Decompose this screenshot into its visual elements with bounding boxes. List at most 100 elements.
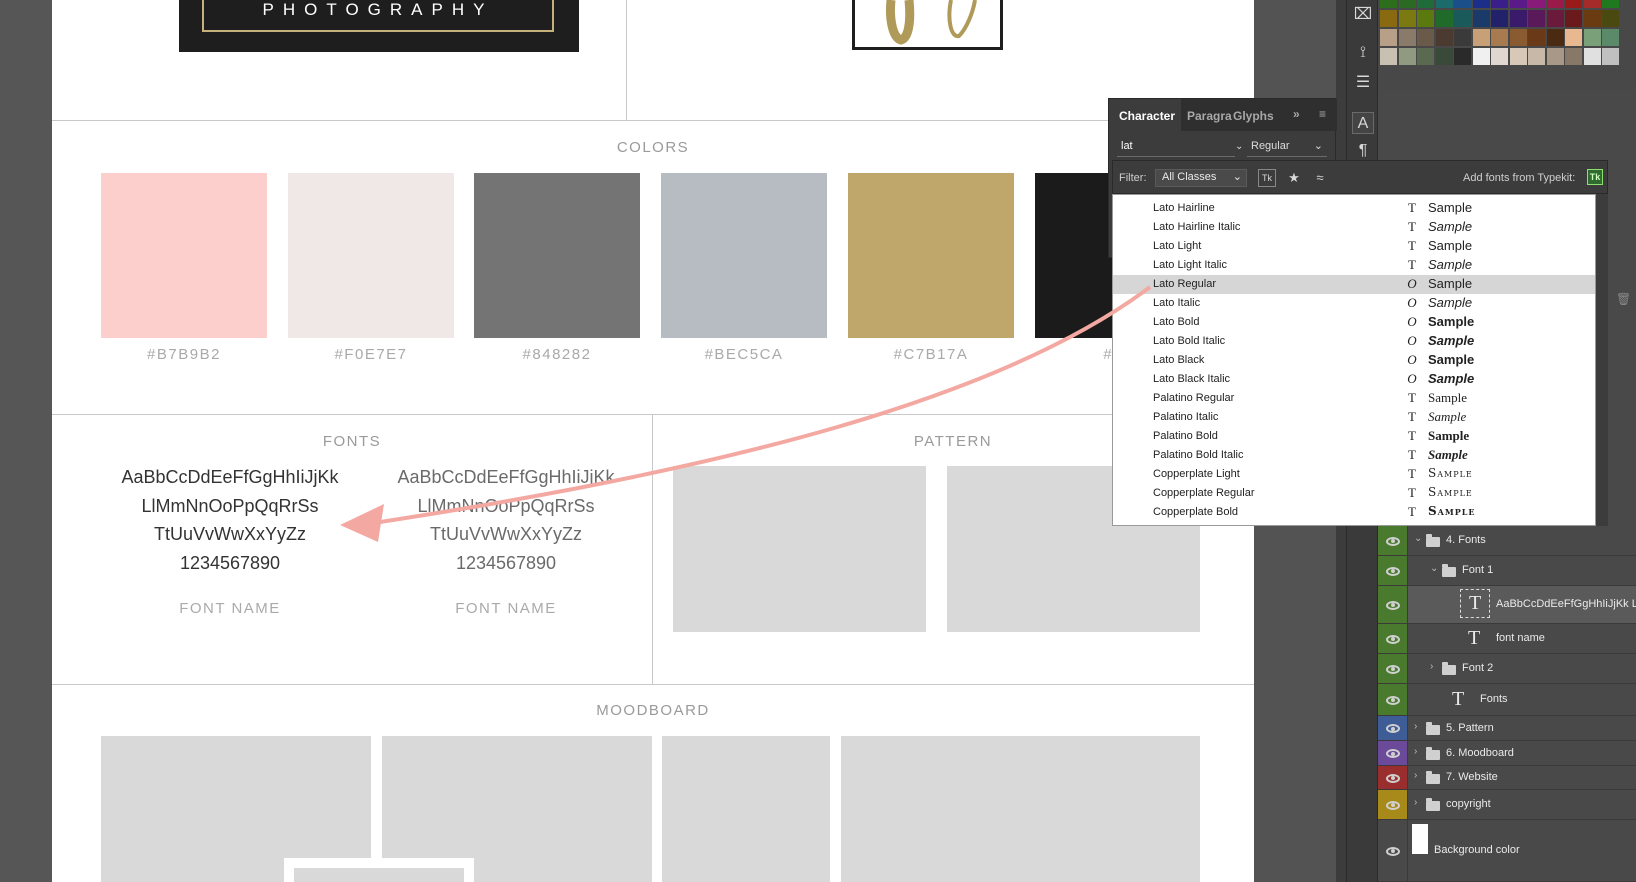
- palette-swatch[interactable]: [1454, 48, 1471, 65]
- palette-swatch[interactable]: [1565, 48, 1582, 65]
- chevron-right-icon[interactable]: ›: [1414, 797, 1417, 808]
- palette-swatch[interactable]: [1380, 0, 1397, 8]
- palette-swatch[interactable]: [1491, 0, 1508, 8]
- layer-row[interactable]: T AaBbCcDdEeFfGgHhIiJjKk Ll...: [1378, 586, 1636, 624]
- palette-swatch[interactable]: [1491, 10, 1508, 27]
- font-list-item[interactable]: Palatino Bold Italic T Sample: [1113, 446, 1595, 465]
- palette-swatch[interactable]: [1546, 29, 1564, 46]
- palette-swatch[interactable]: [1380, 48, 1397, 65]
- visibility-toggle[interactable]: [1378, 790, 1408, 819]
- font-list-item[interactable]: Lato Light T Sample: [1113, 237, 1595, 256]
- visibility-toggle[interactable]: [1378, 820, 1408, 881]
- chevron-right-icon[interactable]: ›: [1414, 721, 1417, 732]
- palette-swatch[interactable]: [1472, 29, 1490, 46]
- visibility-toggle[interactable]: [1378, 586, 1408, 623]
- font-list-scrollbar[interactable]: [1596, 194, 1608, 526]
- palette-swatch[interactable]: [1509, 10, 1527, 27]
- layer-row[interactable]: › copyright: [1378, 790, 1636, 820]
- palette-swatch[interactable]: [1398, 48, 1416, 65]
- layer-row[interactable]: › 6. Moodboard: [1378, 741, 1636, 766]
- palette-swatch[interactable]: [1398, 0, 1416, 8]
- palette-swatch[interactable]: [1435, 29, 1453, 46]
- similar-fonts-icon[interactable]: ≈: [1311, 169, 1329, 187]
- palette-swatch[interactable]: [1380, 29, 1397, 46]
- font-list-item[interactable]: Palatino Bold T Sample: [1113, 427, 1595, 446]
- palette-swatch[interactable]: [1546, 48, 1564, 65]
- character-icon[interactable]: A: [1352, 112, 1374, 134]
- layer-row[interactable]: › 5. Pattern: [1378, 716, 1636, 741]
- visibility-toggle[interactable]: [1378, 624, 1408, 653]
- layer-row[interactable]: › 7. Website: [1378, 766, 1636, 790]
- layer-row[interactable]: ⌄ Font 1: [1378, 556, 1636, 586]
- palette-swatch[interactable]: [1398, 10, 1416, 27]
- palette-swatch[interactable]: [1454, 0, 1471, 8]
- visibility-toggle[interactable]: [1378, 716, 1408, 740]
- visibility-toggle[interactable]: [1378, 684, 1408, 715]
- font-list-item[interactable]: Lato Light Italic T Sample: [1113, 256, 1595, 275]
- font-list-item[interactable]: Copperplate Bold T Sample: [1113, 503, 1595, 522]
- font-list-item[interactable]: Lato Hairline T Sample: [1113, 199, 1595, 218]
- font-list-item[interactable]: Copperplate Light T Sample: [1113, 465, 1595, 484]
- palette-swatch[interactable]: [1509, 29, 1527, 46]
- star-icon[interactable]: ★: [1285, 169, 1303, 187]
- chevron-right-icon[interactable]: ›: [1430, 661, 1433, 672]
- tab-character[interactable]: Character: [1119, 109, 1175, 123]
- palette-swatch[interactable]: [1583, 48, 1601, 65]
- font-list-item[interactable]: Lato Regular O Sample: [1113, 275, 1595, 294]
- palette-swatch[interactable]: [1417, 10, 1434, 27]
- font-list-item[interactable]: Palatino Regular T Sample: [1113, 389, 1595, 408]
- palette-swatch[interactable]: [1565, 29, 1582, 46]
- typekit-filter-icon[interactable]: Tk: [1258, 169, 1276, 187]
- chevron-down-icon[interactable]: ⌄: [1414, 533, 1422, 544]
- palette-swatch[interactable]: [1528, 29, 1545, 46]
- chevron-right-icon[interactable]: ›: [1414, 746, 1417, 757]
- palette-swatch[interactable]: [1380, 10, 1397, 27]
- font-family-input[interactable]: lat: [1117, 137, 1235, 157]
- palette-swatch[interactable]: [1435, 0, 1453, 8]
- visibility-toggle[interactable]: [1378, 526, 1408, 555]
- palette-swatch[interactable]: [1583, 29, 1601, 46]
- font-list-item[interactable]: Lato Italic O Sample: [1113, 294, 1595, 313]
- font-list-item[interactable]: Lato Black Italic O Sample: [1113, 370, 1595, 389]
- chevron-down-icon[interactable]: ⌄: [1235, 137, 1247, 157]
- paragraph-icon[interactable]: ¶: [1352, 140, 1374, 162]
- palette-swatch[interactable]: [1472, 0, 1490, 8]
- palette-swatch[interactable]: [1528, 10, 1545, 27]
- layer-row[interactable]: Background color: [1378, 820, 1636, 882]
- font-list-item[interactable]: Lato Black O Sample: [1113, 351, 1595, 370]
- layer-row[interactable]: ⌄ 4. Fonts: [1378, 526, 1636, 556]
- puppet-icon[interactable]: ⟟: [1352, 42, 1374, 64]
- font-list-item[interactable]: Palatino Italic T Sample: [1113, 408, 1595, 427]
- palette-swatch[interactable]: [1583, 0, 1601, 8]
- palette-swatch[interactable]: [1472, 48, 1490, 65]
- palette-swatch[interactable]: [1435, 48, 1453, 65]
- palette-swatch[interactable]: [1417, 0, 1434, 8]
- palette-swatch[interactable]: [1417, 29, 1434, 46]
- palette-swatch[interactable]: [1509, 0, 1527, 8]
- palette-swatch[interactable]: [1454, 29, 1471, 46]
- chevron-right-icon[interactable]: ›: [1414, 770, 1417, 781]
- trash-icon[interactable]: 🗑: [1616, 292, 1631, 306]
- adjust-icon[interactable]: ☰: [1352, 72, 1374, 94]
- visibility-toggle[interactable]: [1378, 556, 1408, 585]
- double-chevron-right-icon[interactable]: »: [1293, 107, 1300, 121]
- font-style-select[interactable]: Regular ⌄: [1247, 137, 1327, 157]
- palette-swatch[interactable]: [1417, 48, 1434, 65]
- palette-swatch[interactable]: [1602, 0, 1619, 8]
- font-list-item[interactable]: Lato Hairline Italic T Sample: [1113, 218, 1595, 237]
- tab-glyphs[interactable]: Glyphs: [1233, 109, 1274, 123]
- visibility-toggle[interactable]: [1378, 741, 1408, 765]
- font-list-item[interactable]: Lato Bold O Sample: [1113, 313, 1595, 332]
- chevron-down-icon[interactable]: ⌄: [1430, 563, 1438, 574]
- palette-swatch[interactable]: [1583, 10, 1601, 27]
- palette-swatch[interactable]: [1602, 48, 1619, 65]
- typekit-button[interactable]: Tk: [1587, 169, 1603, 185]
- palette-swatch[interactable]: [1509, 48, 1527, 65]
- palette-swatch[interactable]: [1435, 10, 1453, 27]
- palette-swatch[interactable]: [1528, 48, 1545, 65]
- transform-off-icon[interactable]: ⌧: [1352, 4, 1374, 26]
- filter-select[interactable]: All Classes ⌄: [1155, 169, 1247, 187]
- palette-swatch[interactable]: [1491, 29, 1508, 46]
- palette-swatch[interactable]: [1454, 10, 1471, 27]
- palette-swatch[interactable]: [1565, 10, 1582, 27]
